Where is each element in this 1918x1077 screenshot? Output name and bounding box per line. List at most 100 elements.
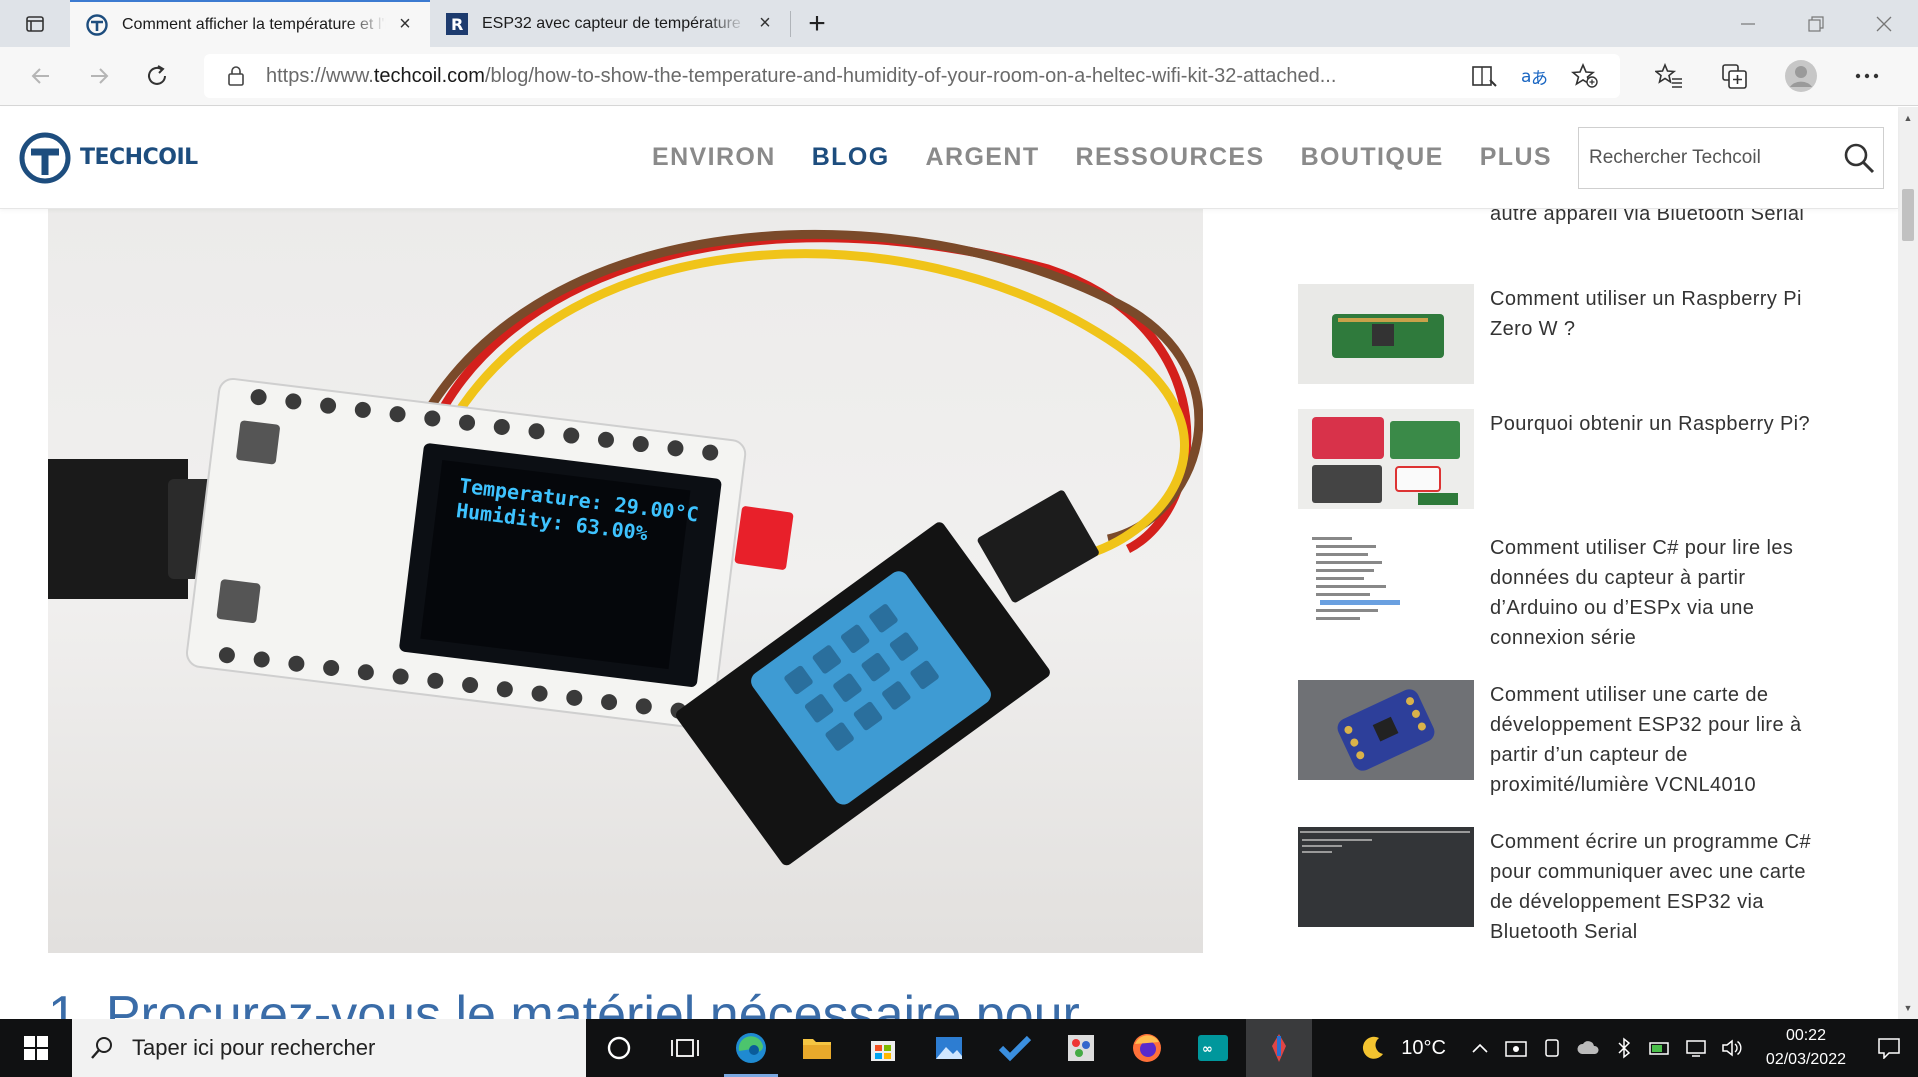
paint-app-button[interactable] [1048,1019,1114,1077]
tab-close-icon[interactable]: × [754,12,776,35]
volume-tray-button[interactable] [1714,1019,1750,1077]
weather-widget[interactable]: 10°C [1359,1034,1446,1062]
nav-plus[interactable]: PLUS [1480,143,1552,172]
translate-button[interactable]: aあ [1510,56,1560,96]
edge-taskbar-button[interactable] [718,1019,784,1077]
onedrive-button[interactable] [1570,1019,1606,1077]
svg-text:a: a [1521,67,1531,87]
tab-techcoil[interactable]: Comment afficher la température et l'hum… [70,0,430,47]
nav-argent[interactable]: ARGENT [926,143,1040,172]
techcoil-logo[interactable]: TECHCOIL [18,131,198,185]
weather-temperature: 10°C [1401,1036,1446,1059]
techcoil-logo-icon [19,132,71,183]
cloud-icon [1577,1041,1599,1054]
url-text[interactable]: https://www.techcoil.com/blog/how-to-sho… [266,65,1460,88]
tray-device-icon[interactable] [1534,1019,1570,1077]
raspberry-pi-zero-thumbnail[interactable] [1298,284,1474,384]
console-output-thumbnail[interactable] [1298,827,1474,927]
device-icon [1545,1039,1559,1057]
nav-ressources[interactable]: RESSOURCES [1076,143,1265,172]
network-tray-button[interactable] [1678,1019,1714,1077]
taskbar-search[interactable]: Taper ici pour rechercher [72,1019,586,1077]
vcnl4010-thumbnail[interactable] [1298,680,1474,780]
chevron-up-icon [1472,1043,1488,1053]
scroll-down-arrow-icon[interactable]: ▼ [1898,999,1918,1017]
new-tab-button[interactable]: + [791,0,843,47]
close-window-button[interactable] [1850,0,1918,47]
nav-boutique[interactable]: BOUTIQUE [1301,143,1444,172]
collections-icon [1722,64,1747,89]
file-explorer-button[interactable] [784,1019,850,1077]
svg-text:あ: あ [1531,69,1548,88]
minimize-button[interactable] [1714,0,1782,47]
microsoft-store-button[interactable] [850,1019,916,1077]
svg-text:∞: ∞ [1202,1042,1213,1057]
favorites-button[interactable] [1636,54,1702,98]
edge-icon [736,1033,766,1063]
arduino-icon: ∞ [1198,1035,1228,1061]
task-view-button[interactable] [652,1019,718,1077]
window-controls [1714,0,1918,47]
tray-app-icon[interactable] [1498,1019,1534,1077]
back-button[interactable] [14,54,68,98]
tab-esp32[interactable]: R ESP32 avec capteur de température et d… [430,0,790,47]
show-hidden-icons-button[interactable] [1462,1019,1498,1077]
page-scrollbar[interactable]: ▲ ▼ [1898,107,1918,1019]
arduino-ide-button[interactable]: ∞ [1180,1019,1246,1077]
related-post-item[interactable]: Pourquoi obtenir un Raspberry Pi? [1298,409,1858,509]
hero-image: Temperature: 29.00°C Humidity: 63.00% [48,209,1203,953]
url-prefix: https://www. [266,64,374,87]
search-icon [1844,143,1875,173]
collections-button[interactable] [1702,54,1768,98]
nav-blog[interactable]: BLOG [812,143,890,172]
star-add-icon [1571,63,1598,88]
scrollbar-thumb[interactable] [1902,189,1914,241]
bluetooth-tray-button[interactable] [1606,1019,1642,1077]
address-bar[interactable]: https://www.techcoil.com/blog/how-to-sho… [204,54,1620,98]
folder-icon [803,1039,831,1059]
photos-button[interactable] [916,1019,982,1077]
tab-actions-button[interactable] [0,0,70,47]
taskbar-search-placeholder: Taper ici pour rechercher [132,1035,376,1060]
favorites-icon [1655,63,1682,88]
cortana-button[interactable] [586,1019,652,1077]
firefox-button[interactable] [1114,1019,1180,1077]
firefox-icon [1133,1034,1161,1062]
related-post-item[interactable]: Comment écrire un programme C# pour comm… [1298,827,1858,947]
device-manager-thumbnail[interactable] [1298,533,1474,633]
refresh-button[interactable] [130,54,184,98]
system-tray: 10°C 00:22 02/03/2022 [1359,1019,1918,1077]
related-post-item[interactable]: Comment utiliser C# pour lire les donnée… [1298,533,1858,653]
raspberry-pi-kit-thumbnail[interactable] [1298,409,1474,509]
action-center-button[interactable] [1860,1019,1918,1077]
scroll-up-arrow-icon[interactable]: ▲ [1898,109,1918,127]
system-clock[interactable]: 00:22 02/03/2022 [1766,1024,1846,1072]
forward-button[interactable] [72,54,126,98]
settings-more-button[interactable] [1834,54,1900,98]
related-post-item[interactable]: Comment utiliser un Raspberry Pi Zero W … [1298,284,1858,384]
todo-button[interactable] [982,1019,1048,1077]
reader-view-button[interactable] [1460,56,1510,96]
screen-capture-icon [1505,1041,1527,1057]
nav-environ[interactable]: ENVIRON [652,143,776,172]
restore-button[interactable] [1782,0,1850,47]
add-favorite-button[interactable] [1560,56,1610,96]
clock-time: 00:22 [1785,1027,1826,1044]
tab-close-icon[interactable]: × [394,13,416,36]
pen-tool-button[interactable] [1246,1019,1312,1077]
close-icon [1876,16,1892,31]
minimize-icon [1741,22,1755,25]
power-tray-button[interactable] [1642,1019,1678,1077]
moon-icon [1363,1036,1384,1059]
start-button[interactable] [0,1019,72,1077]
post-title[interactable]: Comment utiliser un Raspberry Pi Zero W … [1490,284,1830,384]
post-title[interactable]: Pourquoi obtenir un Raspberry Pi? [1490,409,1830,509]
post-title[interactable]: Comment écrire un programme C# pour comm… [1490,827,1830,947]
search-button[interactable] [1835,142,1883,174]
profile-button[interactable] [1768,54,1834,98]
checkmark-icon [998,1035,1032,1062]
post-title[interactable]: Comment utiliser une carte de développem… [1490,680,1830,800]
site-search-input[interactable] [1589,146,1835,169]
post-title[interactable]: Comment utiliser C# pour lire les donnée… [1490,533,1830,653]
related-post-item[interactable]: Comment utiliser une carte de développem… [1298,680,1858,800]
